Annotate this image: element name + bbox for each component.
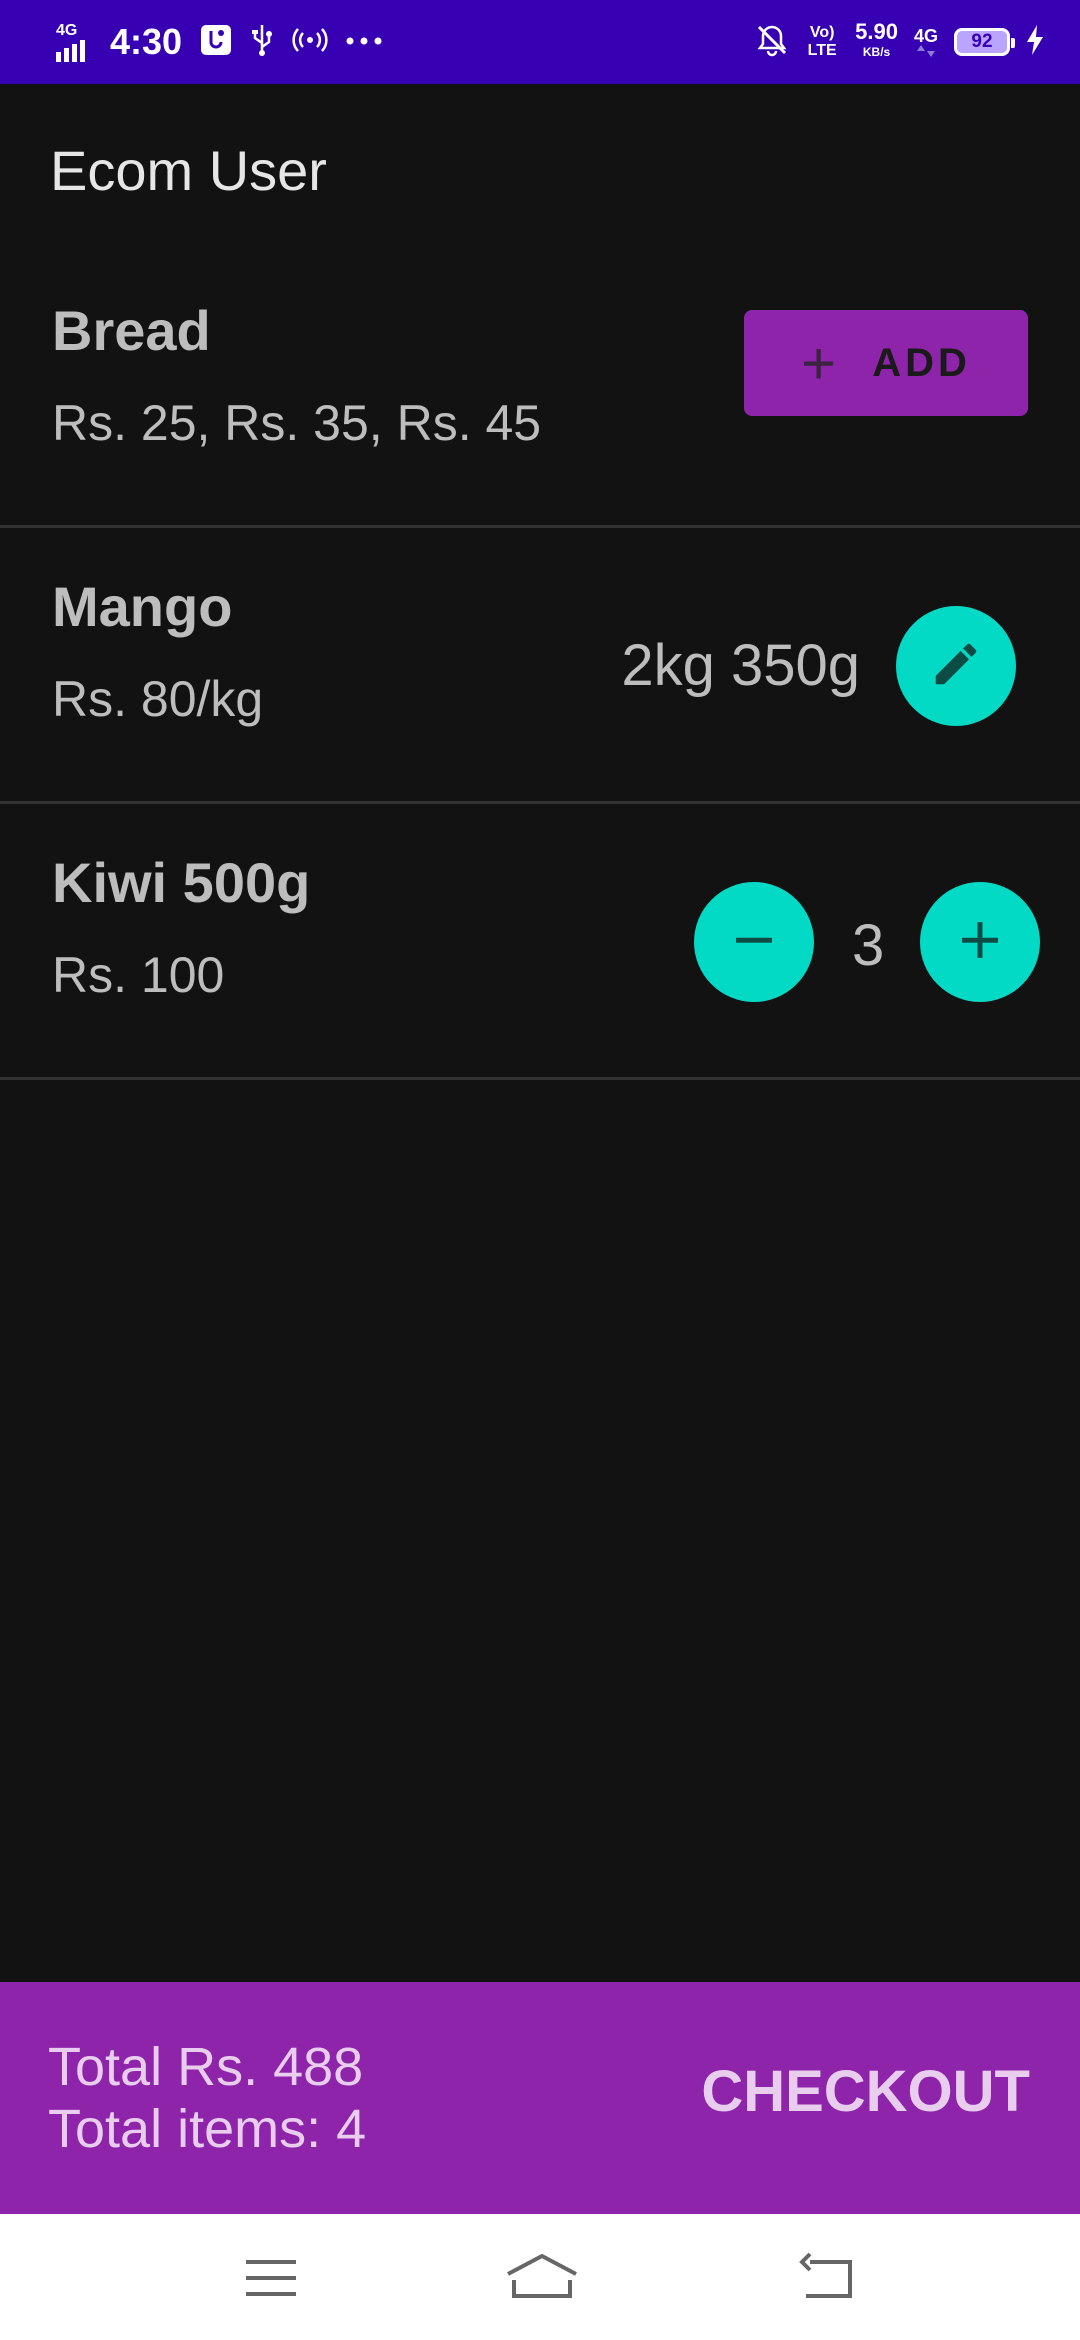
- status-bar-right: Vo) LTE 5.90 KB/s 4G 92: [755, 0, 1044, 84]
- total-items: Total items: 4: [48, 2099, 367, 2159]
- total-price: Total Rs. 488: [48, 2037, 364, 2097]
- item-name: Mango: [52, 575, 233, 638]
- menu-nav-button[interactable]: [240, 2250, 304, 2306]
- mute-icon: [755, 23, 789, 62]
- item-name: Kiwi 500g: [52, 851, 311, 914]
- cell-signal-icon: 4G: [56, 22, 92, 62]
- edit-pencil-icon: [929, 637, 983, 696]
- status-bar-left: 4G 4:30: [56, 0, 382, 84]
- list-item: Kiwi 500g Rs. 100 3: [0, 804, 1080, 1080]
- network-type-label: 4G: [56, 22, 78, 39]
- checkout-button[interactable]: CHECKOUT: [701, 2058, 1030, 2125]
- battery-icon: 92: [954, 28, 1015, 56]
- list-item: Mango Rs. 80/kg 2kg 350g: [0, 528, 1080, 804]
- hotspot-icon: [292, 25, 328, 60]
- home-icon: [502, 2253, 582, 2310]
- item-quantity: 2kg 350g: [621, 633, 860, 698]
- plus-icon: [953, 913, 1007, 972]
- status-bar: 4G 4:30 Vo) LTE 5.90 KB/s 4G 92: [0, 0, 1080, 84]
- menu-icon: [240, 2260, 304, 2310]
- edit-button[interactable]: [896, 606, 1016, 726]
- speed-value: 5.90: [855, 19, 898, 44]
- speed-unit: KB/s: [862, 45, 891, 59]
- checkout-bar: Total Rs. 488 Total items: 4 CHECKOUT: [0, 1982, 1080, 2214]
- usb-icon: [250, 23, 274, 62]
- clock: 4:30: [110, 21, 183, 62]
- back-nav-button[interactable]: [796, 2250, 860, 2306]
- network-speed: 5.90 KB/s: [855, 19, 898, 62]
- plus-icon: +: [801, 329, 837, 397]
- network-type-label-right: 4G: [913, 26, 938, 46]
- volte-label: Vo) LTE: [807, 24, 837, 59]
- add-button[interactable]: + ADD: [744, 310, 1028, 416]
- item-count: 3: [852, 913, 885, 978]
- navigation-bar: [0, 2214, 1080, 2340]
- add-button-label: ADD: [872, 340, 971, 385]
- decrement-button[interactable]: [694, 882, 814, 1002]
- item-price: Rs. 80/kg: [52, 671, 264, 727]
- list-item: Bread Rs. 25, Rs. 35, Rs. 45 + ADD: [0, 252, 1080, 528]
- battery-level: 92: [971, 31, 993, 52]
- usb-settings-icon: [200, 24, 232, 61]
- more-notifications-icon: [346, 33, 382, 51]
- increment-button[interactable]: [920, 882, 1040, 1002]
- signal-4g-icon: 4G: [914, 27, 938, 57]
- back-icon: [796, 2252, 860, 2310]
- item-name: Bread: [52, 299, 211, 362]
- home-nav-button[interactable]: [502, 2250, 582, 2306]
- charging-icon: [1026, 24, 1044, 60]
- minus-icon: [727, 913, 781, 972]
- item-price: Rs. 100: [52, 947, 225, 1003]
- app-title: Ecom User: [50, 139, 327, 202]
- item-price: Rs. 25, Rs. 35, Rs. 45: [52, 395, 542, 451]
